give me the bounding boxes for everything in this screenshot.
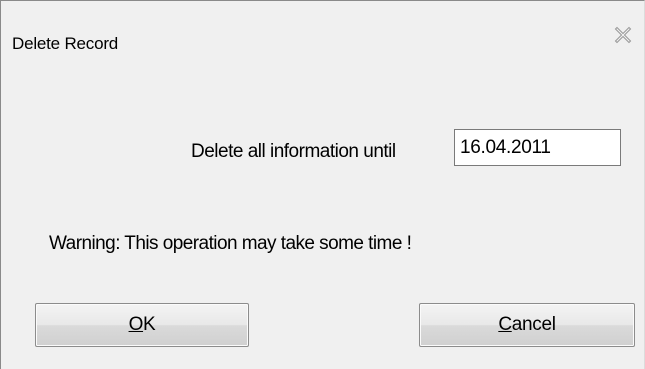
close-icon[interactable] [614, 26, 632, 44]
cancel-mnemonic: C [498, 314, 512, 335]
ok-mnemonic: O [128, 314, 144, 335]
delete-record-dialog: Delete Record Delete all information unt… [0, 0, 645, 369]
dialog-title: Delete Record [12, 34, 119, 53]
cancel-button[interactable]: Cancel [419, 303, 635, 347]
cancel-label: ancel [511, 314, 556, 335]
date-input[interactable] [454, 129, 621, 166]
delete-until-label: Delete all information until [191, 141, 396, 162]
ok-button[interactable]: OK [35, 303, 249, 347]
warning-text: Warning: This operation may take some ti… [49, 233, 412, 254]
ok-label: K [143, 314, 156, 335]
